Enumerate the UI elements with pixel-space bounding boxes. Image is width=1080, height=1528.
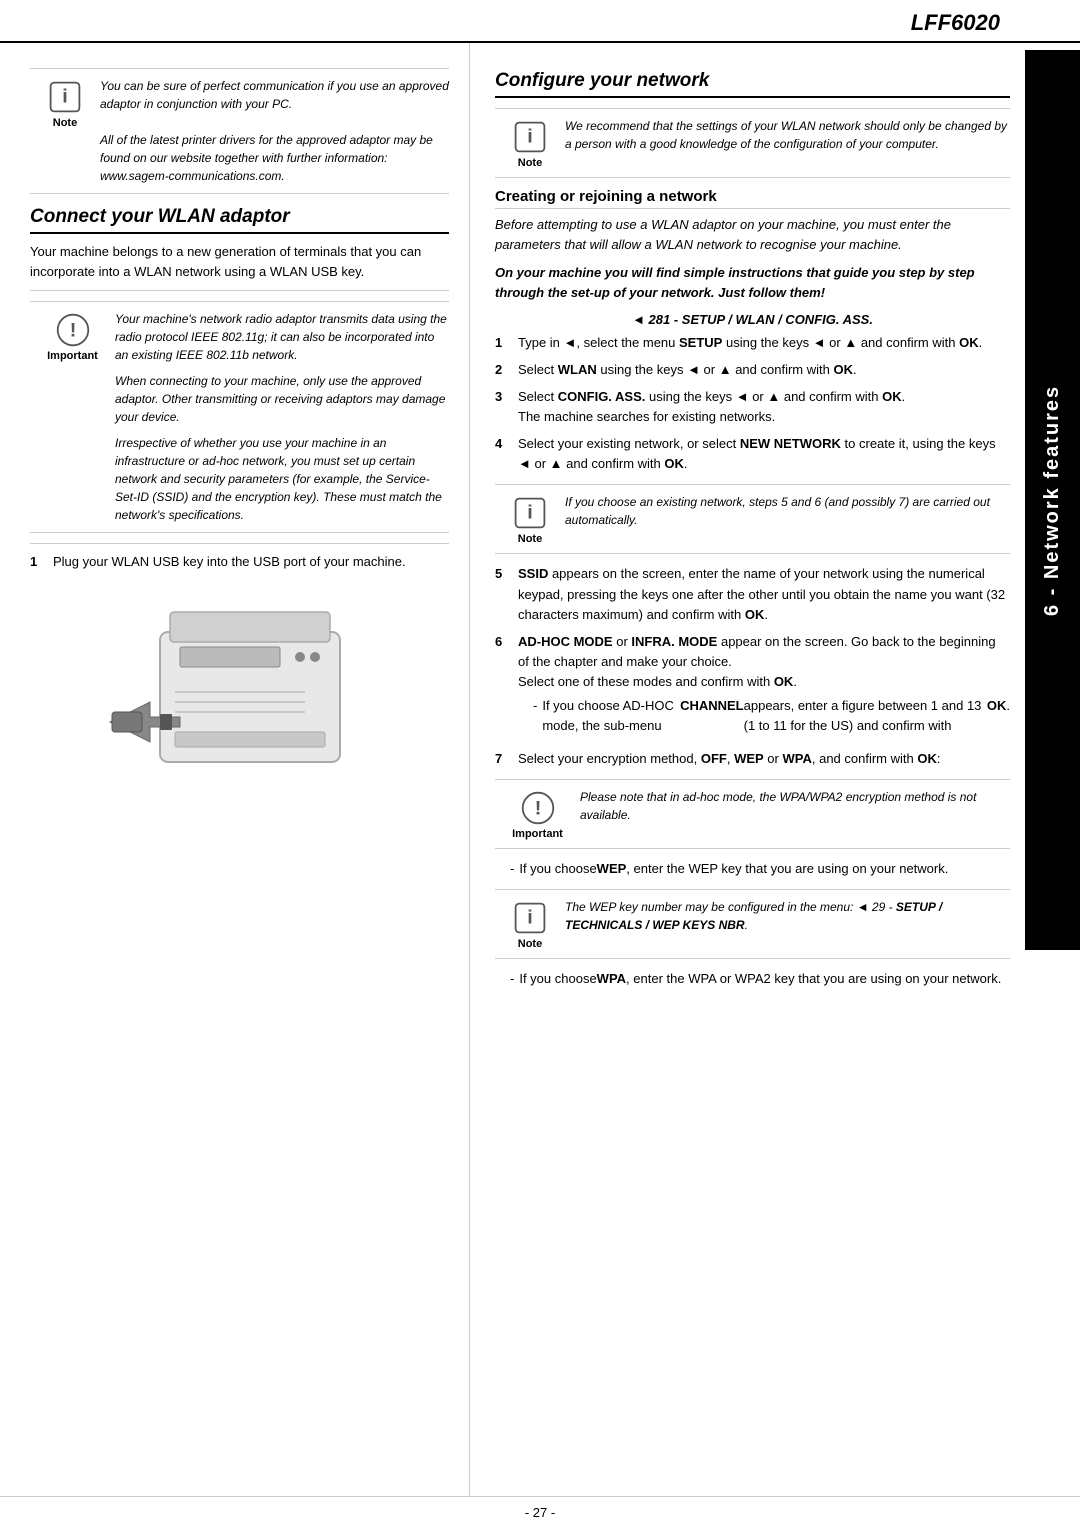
note-box-2: i Note We recommend that the settings of… [495, 108, 1010, 178]
divider-2 [30, 543, 449, 544]
step-right-5: 5 SSID appears on the screen, enter the … [495, 564, 1010, 624]
page-title: LFF6020 [911, 10, 1000, 36]
divider-1 [30, 290, 449, 291]
step-right-1: 1 Type in ◄, select the menu SETUP using… [495, 333, 1010, 353]
note-label-4: Note [518, 938, 542, 950]
note-text-2: We recommend that the settings of your W… [565, 117, 1010, 153]
step6-sublist: If you choose AD-HOC mode, the sub-menu … [518, 696, 1010, 736]
step-left-1: 1 Plug your WLAN USB key into the USB po… [30, 552, 449, 572]
svg-text:i: i [527, 125, 533, 147]
printer-image-area [30, 592, 449, 812]
page-number: - 27 - [525, 1505, 555, 1520]
note-icon-2: i [512, 119, 548, 155]
note-icon-area-3: i Note [495, 493, 565, 545]
important-icon-area-2: ! Important [495, 788, 580, 840]
wep-item: If you choose WEP, enter the WEP key tha… [510, 859, 1010, 879]
svg-text:!: ! [534, 797, 541, 819]
step-right-3: 3 Select CONFIG. ASS. using the keys ◄ o… [495, 387, 1010, 427]
command-line: ◄ 281 - SETUP / WLAN / CONFIG. ASS. [495, 312, 1010, 327]
step-right-2: 2 Select WLAN using the keys ◄ or ▲ and … [495, 360, 1010, 380]
bold-instruction: On your machine you will find simple ins… [495, 263, 1010, 303]
wep-sublist: If you choose WEP, enter the WEP key tha… [495, 859, 1010, 879]
step-list-left: 1 Plug your WLAN USB key into the USB po… [30, 552, 449, 572]
subsection1-heading: Creating or rejoining a network [495, 188, 1010, 209]
note-label-3: Note [518, 533, 542, 545]
wpa-sublist: If you choose WPA, enter the WPA or WPA2… [495, 969, 1010, 989]
svg-text:i: i [62, 85, 68, 107]
note-text-4: The WEP key number may be configured in … [565, 898, 1010, 934]
note-box-4: i Note The WEP key number may be configu… [495, 889, 1010, 959]
intro-italic: Before attempting to use a WLAN adaptor … [495, 215, 1010, 255]
note-icon-4: i [512, 900, 548, 936]
note-icon-1: i [47, 79, 83, 115]
note-icon-area-2: i Note [495, 117, 565, 169]
page-container: LFF6020 6 - Network features i Note You … [0, 0, 1080, 1528]
svg-text:i: i [527, 906, 533, 928]
important-icon-area-1: ! Important [30, 310, 115, 362]
step-list-right-1: 1 Type in ◄, select the menu SETUP using… [495, 333, 1010, 475]
side-label: 6 - Network features [1025, 50, 1080, 950]
page-header: LFF6020 [0, 0, 1080, 43]
svg-text:!: ! [69, 320, 76, 342]
note-box-1: i Note You can be sure of perfect commun… [30, 68, 449, 194]
step6-sub-1: If you choose AD-HOC mode, the sub-menu … [533, 696, 1010, 736]
note-label-1: Note [53, 117, 77, 129]
important-text-1: Your machine's network radio adaptor tra… [115, 310, 449, 524]
important-label-2: Important [512, 828, 563, 840]
note-label-2: Note [518, 157, 542, 169]
important-text-2: Please note that in ad-hoc mode, the WPA… [580, 788, 1010, 824]
step-list-right-2: 5 SSID appears on the screen, enter the … [495, 564, 1010, 768]
svg-text:i: i [527, 502, 533, 524]
note-icon-3: i [512, 495, 548, 531]
step-right-6: 6 AD-HOC MODE or INFRA. MODE appear on t… [495, 632, 1010, 742]
important-box-1: ! Important Your machine's network radio… [30, 301, 449, 533]
left-column: i Note You can be sure of perfect commun… [0, 43, 470, 1496]
page-footer: - 27 - [0, 1496, 1080, 1528]
important-icon-2: ! [520, 790, 556, 826]
main-content: i Note You can be sure of perfect commun… [0, 43, 1080, 1496]
note-icon-area-4: i Note [495, 898, 565, 950]
wpa-item: If you choose WPA, enter the WPA or WPA2… [510, 969, 1010, 989]
step-right-7: 7 Select your encryption method, OFF, WE… [495, 749, 1010, 769]
step-right-4: 4 Select your existing network, or selec… [495, 434, 1010, 474]
important-label-1: Important [47, 350, 98, 362]
section1-heading: Connect your WLAN adaptor [30, 206, 449, 234]
note-icon-area-1: i Note [30, 77, 100, 129]
right-column: Configure your network i Note We recomme… [470, 43, 1080, 1496]
important-box-2: ! Important Please note that in ad-hoc m… [495, 779, 1010, 849]
printer-illustration [100, 592, 380, 812]
section2-heading: Configure your network [495, 70, 1010, 98]
note-box-3: i Note If you choose an existing network… [495, 484, 1010, 554]
important-icon-1: ! [55, 312, 91, 348]
section1-body: Your machine belongs to a new generation… [30, 242, 449, 282]
note-text-3: If you choose an existing network, steps… [565, 493, 1010, 529]
note-text-1: You can be sure of perfect communication… [100, 77, 449, 185]
